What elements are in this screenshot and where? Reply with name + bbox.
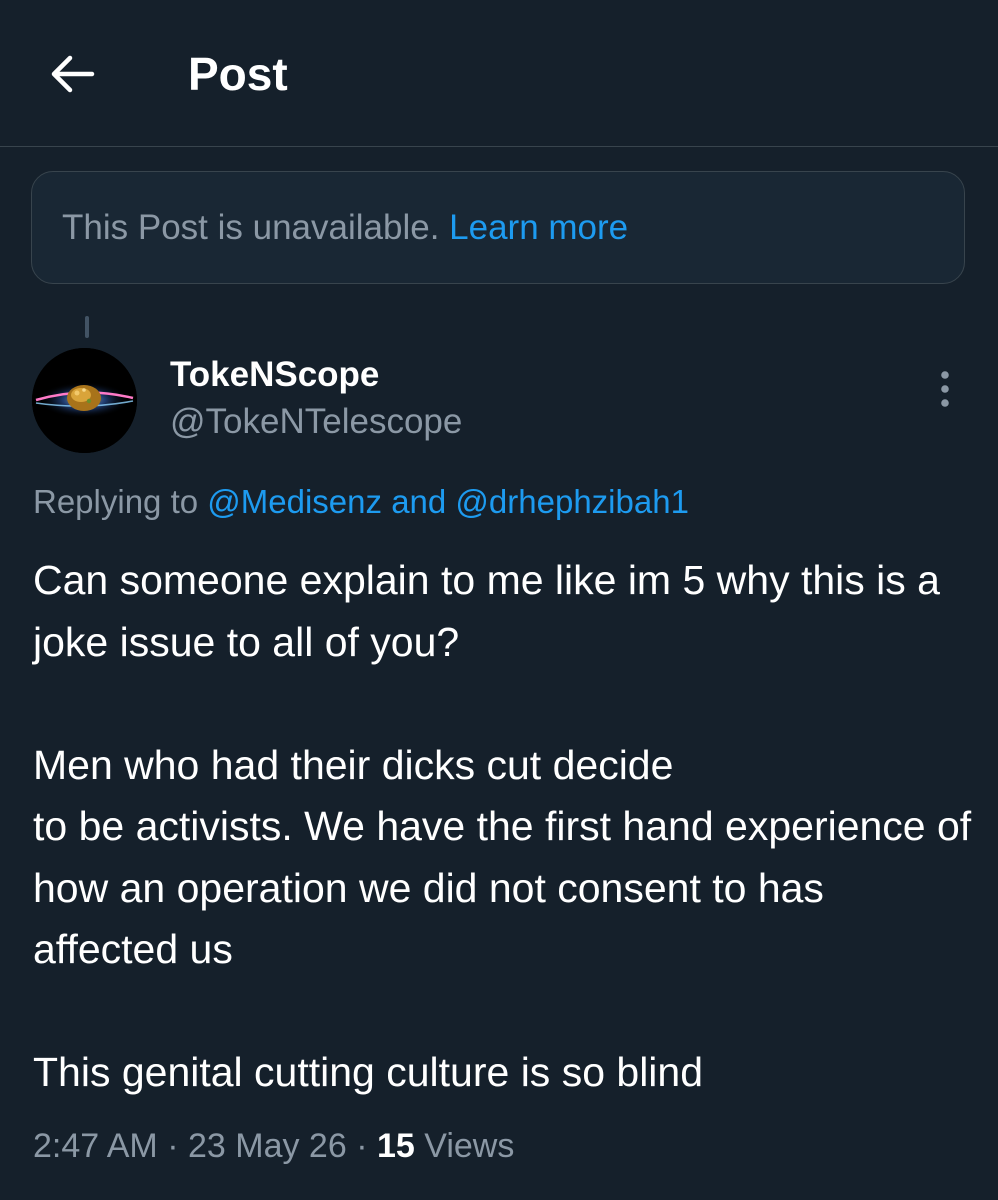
top-bar: Post [0, 0, 998, 147]
replying-to-line: Replying to @Medisenz and @drhephzibah1 [33, 481, 689, 523]
unavailable-post-notice: This Post is unavailable. Learn more [31, 171, 965, 284]
views-count: 15 [376, 1127, 415, 1165]
arrow-left-icon [51, 55, 95, 93]
author-handle[interactable]: @TokeNTelescope [170, 401, 462, 443]
post-date[interactable]: 23 May 26 [188, 1127, 347, 1165]
more-options-button[interactable] [922, 364, 968, 414]
meta-separator: · [167, 1127, 179, 1165]
thread-connector-line [85, 316, 89, 338]
mention-joiner: and [391, 483, 447, 520]
post-time[interactable]: 2:47 AM [33, 1127, 158, 1165]
views-label: Views [424, 1127, 515, 1165]
vertical-ellipsis-icon [941, 371, 949, 407]
notice-text: This Post is unavailable. [62, 207, 440, 247]
page-title: Post [188, 48, 288, 100]
learn-more-link[interactable]: Learn more [449, 208, 628, 248]
avatar[interactable] [32, 348, 137, 453]
post-text: Can someone explain to me like im 5 why … [33, 557, 972, 1095]
post-meta: 2:47 AM · 23 May 26 · 15 Views [33, 1124, 514, 1168]
author-name[interactable]: TokeNScope [170, 354, 379, 396]
meta-separator: · [356, 1127, 368, 1165]
mention-link-medisenz[interactable]: @Medisenz [207, 483, 382, 520]
galaxy-avatar-image [32, 348, 137, 453]
back-button[interactable] [40, 42, 104, 106]
replying-to-label: Replying to [33, 483, 199, 520]
mention-link-drhephzibah1[interactable]: @drhephzibah1 [455, 483, 689, 520]
